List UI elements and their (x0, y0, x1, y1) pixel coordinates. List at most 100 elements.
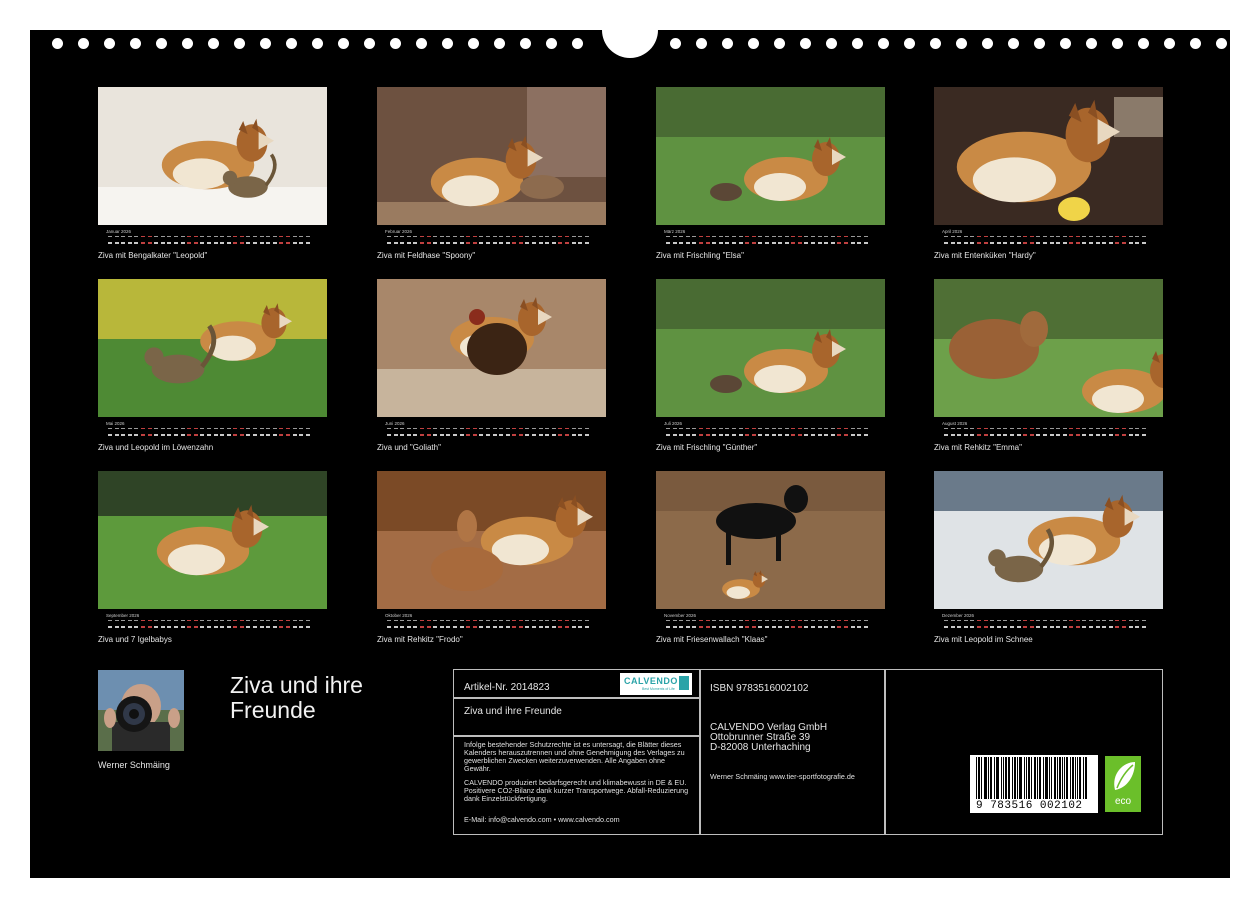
weekday-mark (996, 236, 1001, 237)
day-number-mark (1122, 626, 1127, 628)
weekday-mark (220, 236, 225, 237)
binding-hole (1216, 38, 1227, 49)
weekday-mark (764, 620, 769, 621)
publisher-city: D-82008 Unterhaching (710, 742, 811, 753)
weekday-mark (558, 620, 563, 621)
day-number-mark (857, 242, 862, 244)
weekday-mark (837, 620, 842, 621)
day-number-mark (1089, 626, 1094, 628)
weekday-mark (220, 620, 225, 621)
calendar-weekday-row (387, 620, 606, 625)
day-number-mark (466, 434, 471, 436)
day-number-mark (1102, 626, 1107, 628)
weekday-mark (970, 236, 975, 237)
weekday-mark (857, 236, 862, 237)
day-number-mark (499, 434, 504, 436)
weekday-mark (731, 428, 736, 429)
weekday-mark (266, 428, 271, 429)
weekday-mark (970, 428, 975, 429)
weekday-mark (1029, 236, 1034, 237)
weekday-mark (996, 428, 1001, 429)
weekday-mark (239, 236, 244, 237)
day-number-mark (976, 434, 981, 436)
weekday-mark (797, 428, 802, 429)
weekday-mark (797, 236, 802, 237)
weekday-mark (771, 428, 776, 429)
day-number-mark (266, 434, 271, 436)
day-number-mark (108, 242, 112, 244)
day-number-mark (226, 434, 231, 436)
day-number-mark (771, 434, 776, 436)
day-number-mark (239, 626, 244, 628)
weekday-mark (1029, 428, 1034, 429)
day-number-mark (545, 242, 550, 244)
weekday-mark (532, 236, 537, 237)
weekday-mark (512, 236, 517, 237)
day-number-mark (1082, 626, 1087, 628)
month-block: August 2026 Ziva mit Rehkitz "Emma" (934, 279, 1163, 452)
day-number-mark (1095, 242, 1100, 244)
weekday-mark (499, 236, 504, 237)
day-number-mark (791, 242, 796, 244)
month-block: April 2026 Ziva mit Entenküken "Hardy" (934, 87, 1163, 260)
weekday-mark (472, 620, 477, 621)
author-name: Werner Schmäing (98, 760, 170, 770)
weekday-mark (705, 236, 710, 237)
weekday-mark (963, 428, 968, 429)
weekday-mark (147, 428, 152, 429)
weekday-mark (127, 428, 132, 429)
weekday-mark (830, 620, 835, 621)
day-number-mark (725, 434, 730, 436)
barcode-bar (1064, 757, 1065, 799)
day-number-mark (479, 434, 484, 436)
day-number-mark (173, 434, 178, 436)
weekday-mark (1128, 236, 1133, 237)
weekday-mark (233, 428, 238, 429)
barcode-bars (976, 757, 1087, 799)
day-number-mark (571, 242, 576, 244)
weekday-mark (771, 236, 776, 237)
binding-hole (930, 38, 941, 49)
binding-hole (390, 38, 401, 49)
day-number-mark (1042, 434, 1047, 436)
day-number-mark (551, 242, 556, 244)
weekday-mark (666, 236, 670, 237)
weekday-mark (731, 236, 736, 237)
day-number-mark (452, 242, 457, 244)
weekday-mark (844, 620, 849, 621)
weekday-mark (127, 236, 132, 237)
weekday-mark (1095, 428, 1100, 429)
weekday-mark (830, 428, 835, 429)
weekday-mark (406, 236, 411, 237)
day-number-mark (1122, 434, 1127, 436)
weekday-mark (1062, 236, 1067, 237)
weekday-mark (114, 236, 119, 237)
weekday-mark (679, 428, 684, 429)
day-number-mark (830, 242, 835, 244)
weekday-mark (996, 620, 1001, 621)
binding-hole (182, 38, 193, 49)
weekday-mark (180, 428, 185, 429)
weekday-mark (213, 428, 218, 429)
day-number-mark (712, 242, 717, 244)
barcode-bar (1012, 757, 1013, 799)
info-divider-1 (699, 669, 701, 835)
weekday-mark (1102, 236, 1107, 237)
month-photo-drawing (98, 471, 327, 609)
barcode-bar (981, 757, 982, 799)
weekday-mark (213, 620, 218, 621)
binding-hole (78, 38, 89, 49)
weekday-mark (239, 620, 244, 621)
month-photo-drawing (377, 279, 606, 417)
weekday-mark (266, 236, 271, 237)
barcode-bar (1066, 757, 1067, 799)
day-number-mark (996, 626, 1001, 628)
weekday-mark (433, 236, 438, 237)
month-caption: Ziva mit Friesenwallach "Klaas" (656, 635, 768, 644)
weekday-mark (400, 428, 405, 429)
day-number-mark (492, 242, 497, 244)
barcode-bar (1067, 757, 1068, 799)
weekday-mark (778, 236, 783, 237)
barcode-bar (1059, 757, 1060, 799)
weekday-mark (121, 620, 126, 621)
